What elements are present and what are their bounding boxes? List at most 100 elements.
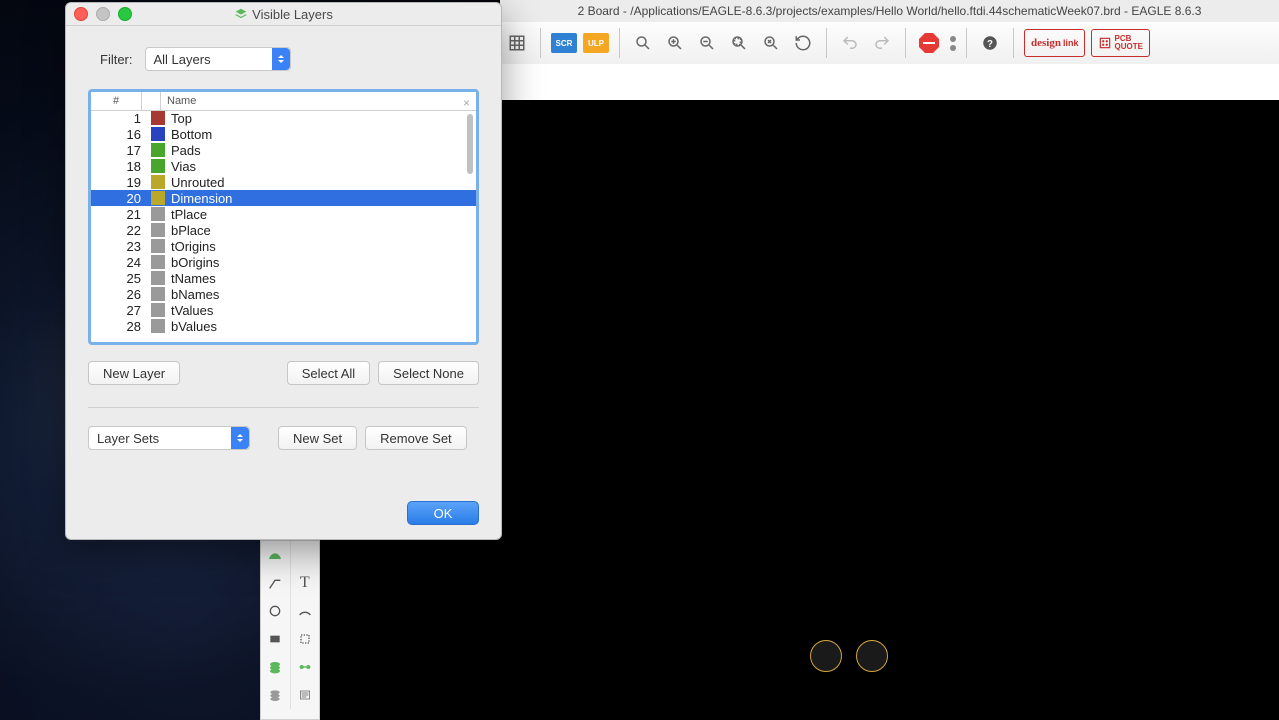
layers-icon	[234, 7, 248, 21]
layer-row[interactable]: 20Dimension	[91, 190, 476, 206]
zoom-fit-icon[interactable]	[630, 30, 656, 56]
layer-swatch	[151, 159, 165, 173]
layer-swatch	[151, 223, 165, 237]
layer-swatch	[151, 319, 165, 333]
help-icon[interactable]: ?	[977, 30, 1003, 56]
window-minimize-icon	[96, 7, 110, 21]
attribute-tool-icon[interactable]	[291, 681, 320, 709]
layer-sets-value: Layer Sets	[97, 431, 159, 446]
filter-value: All Layers	[154, 52, 211, 67]
layer-row[interactable]: 28bValues	[91, 318, 476, 334]
layer-name: Vias	[169, 159, 476, 174]
grid-icon[interactable]	[504, 30, 530, 56]
new-set-button[interactable]: New Set	[278, 426, 357, 450]
svg-text:?: ?	[987, 39, 993, 50]
column-number[interactable]: #	[91, 92, 142, 110]
via-tool-icon[interactable]	[261, 653, 291, 681]
layer-number: 27	[91, 303, 151, 318]
layer-name: Unrouted	[169, 175, 476, 190]
pad-circle[interactable]	[810, 640, 842, 672]
layer-row[interactable]: 24bOrigins	[91, 254, 476, 270]
layer-name: bNames	[169, 287, 476, 302]
layer-row[interactable]: 1 Top	[91, 110, 476, 126]
window-zoom-icon[interactable]	[118, 7, 132, 21]
ulp-button[interactable]: ULP	[583, 33, 609, 53]
tool-icon[interactable]	[291, 541, 320, 569]
select-all-button[interactable]: Select All	[287, 361, 370, 385]
pcb-quote-button[interactable]: PCBQUOTE	[1091, 29, 1149, 57]
layer-number: 21	[91, 207, 151, 222]
layer-number: 20	[91, 191, 151, 206]
layer-row[interactable]: 23tOrigins	[91, 238, 476, 254]
layer-row[interactable]: 26bNames	[91, 286, 476, 302]
rect-tool-icon[interactable]	[261, 625, 291, 653]
go-icon[interactable]	[950, 36, 956, 51]
toolbar-separator	[540, 28, 541, 58]
layer-swatch	[151, 239, 165, 253]
layer-row[interactable]: 19Unrouted	[91, 174, 476, 190]
route-tool-icon[interactable]	[261, 541, 291, 569]
layer-number: 22	[91, 223, 151, 238]
layer-row[interactable]: 22 bPlace	[91, 222, 476, 238]
circle-tool-icon[interactable]	[261, 597, 291, 625]
layer-row[interactable]: 21 tPlace	[91, 206, 476, 222]
layer-row[interactable]: 25tNames	[91, 270, 476, 286]
zoom-redraw-icon[interactable]	[758, 30, 784, 56]
signal-tool-icon[interactable]	[291, 653, 320, 681]
zoom-in-icon[interactable]	[662, 30, 688, 56]
layer-list[interactable]: # Name× 1 Top 16 Bottom17Pads18Vias19Unrout…	[88, 89, 479, 345]
layer-name: tPlace	[169, 207, 476, 222]
layer-swatch	[151, 175, 165, 189]
select-none-button[interactable]: Select None	[378, 361, 479, 385]
column-name[interactable]: Name×	[161, 92, 476, 110]
layer-name: bPlace	[169, 223, 476, 238]
layer-number: 16	[91, 127, 151, 142]
list-header[interactable]: # Name×	[91, 92, 476, 111]
filter-combo[interactable]: All Layers	[145, 47, 291, 71]
layer-swatch	[151, 143, 165, 157]
toolbar-separator	[619, 28, 620, 58]
layer-row[interactable]: 18Vias	[91, 158, 476, 174]
divider	[88, 407, 479, 408]
scr-button[interactable]: SCR	[551, 33, 577, 53]
layer-sets-combo[interactable]: Layer Sets	[88, 426, 250, 450]
layer-row[interactable]: 17Pads	[91, 142, 476, 158]
dialog-titlebar[interactable]: Visible Layers	[66, 3, 501, 26]
design-link-button[interactable]: designlink	[1024, 29, 1085, 57]
text-tool-icon[interactable]: T	[291, 569, 320, 597]
polygon-tool-icon[interactable]	[291, 625, 320, 653]
arc-tool-icon[interactable]	[291, 597, 320, 625]
tool-palette: T	[260, 540, 320, 720]
hole-tool-icon[interactable]	[261, 681, 291, 709]
stop-icon[interactable]	[916, 30, 942, 56]
new-layer-button[interactable]: New Layer	[88, 361, 180, 385]
layer-number: 25	[91, 271, 151, 286]
window-close-icon[interactable]	[74, 7, 88, 21]
layer-name: Top	[169, 111, 476, 126]
zoom-out-icon[interactable]	[694, 30, 720, 56]
undo-icon[interactable]	[837, 30, 863, 56]
refresh-icon[interactable]	[790, 30, 816, 56]
remove-set-button[interactable]: Remove Set	[365, 426, 467, 450]
main-window-title: 2 Board - /Applications/EAGLE-8.6.3/proj…	[500, 0, 1279, 22]
zoom-select-icon[interactable]	[726, 30, 752, 56]
layer-name: Bottom	[169, 127, 476, 142]
layer-row[interactable]: 27 tValues	[91, 302, 476, 318]
layer-swatch	[151, 111, 165, 125]
layer-row[interactable]: 16 Bottom	[91, 126, 476, 142]
layer-swatch	[151, 207, 165, 221]
layer-number: 23	[91, 239, 151, 254]
main-toolbar: SCR ULP ? designlink PCBQUOTE	[500, 22, 1279, 65]
redo-icon[interactable]	[869, 30, 895, 56]
column-swatch	[142, 92, 161, 110]
scrollbar-thumb[interactable]	[467, 114, 473, 174]
layer-name: tValues	[169, 303, 476, 318]
layer-name: bValues	[169, 319, 476, 334]
chevron-updown-icon	[272, 48, 290, 70]
layer-swatch	[151, 191, 165, 205]
layer-number: 1	[91, 111, 151, 126]
ok-button[interactable]: OK	[407, 501, 479, 525]
pad-circle[interactable]	[856, 640, 888, 672]
wire-tool-icon[interactable]	[261, 569, 291, 597]
layer-name: bOrigins	[169, 255, 476, 270]
